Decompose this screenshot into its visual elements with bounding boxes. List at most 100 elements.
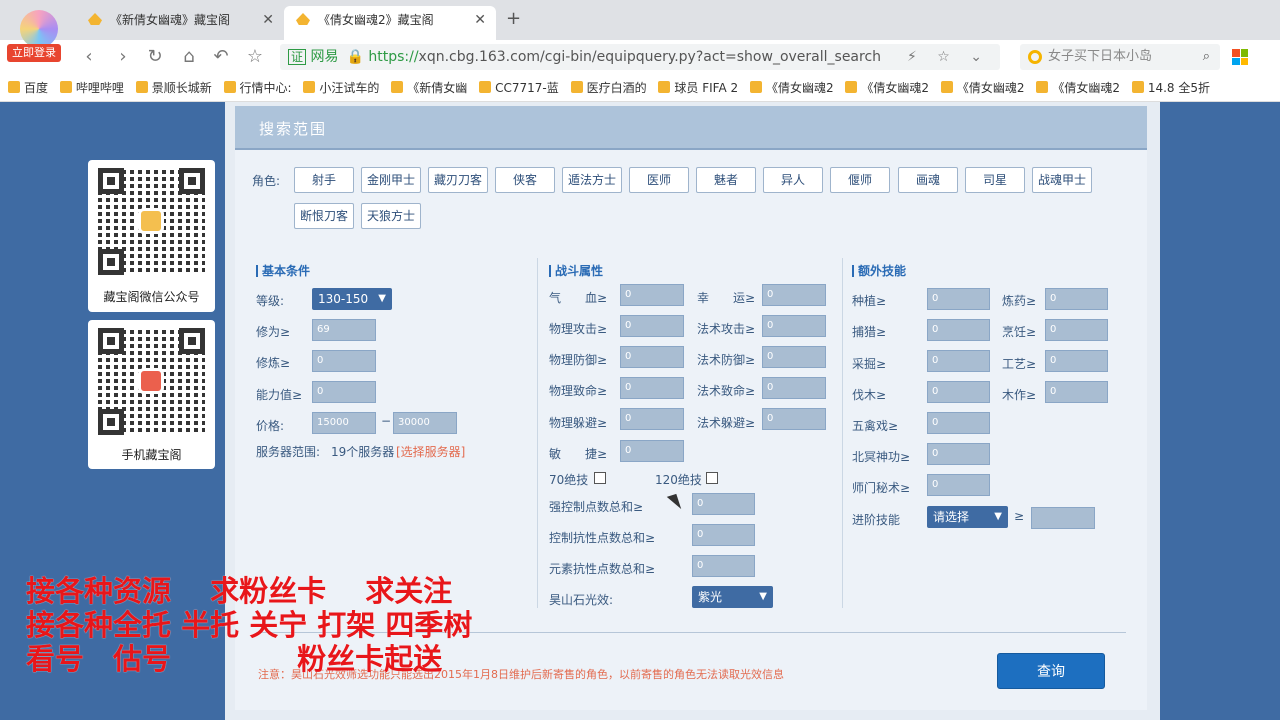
back-icon[interactable]: ‹ <box>76 44 102 70</box>
url-action-icons[interactable]: ⚡ ☆ ⌄ <box>907 44 990 70</box>
cultivation-label: 修为≥ <box>256 325 291 339</box>
combat-label: 物理防御≥ <box>549 353 608 367</box>
price-min-input[interactable]: 15000 <box>312 412 376 434</box>
bookmark-item[interactable]: 14.8 全5折 <box>1131 74 1210 101</box>
extra-input[interactable]: 0 <box>927 288 990 310</box>
ability-input[interactable]: 0 <box>312 381 376 403</box>
role-button[interactable]: 异人 <box>763 167 823 193</box>
bookmark-item[interactable]: 《倩女幽魂2 <box>940 74 1025 101</box>
extra-input[interactable]: 0 <box>1045 319 1108 341</box>
bookmark-item[interactable]: 《倩女幽魂2 <box>845 74 929 101</box>
cert-icon[interactable]: 证 <box>288 49 307 65</box>
url-bar[interactable]: 证 网易 🔒 https://xqn.cbg.163.com/cgi-bin/eq… <box>280 44 1000 70</box>
query-button[interactable]: 查询 <box>997 653 1105 689</box>
ability-label: 能力值≥ <box>256 388 303 402</box>
combat-input[interactable]: 0 <box>620 408 684 430</box>
combat-input[interactable]: 0 <box>762 408 826 430</box>
cultivation-input[interactable]: 69 <box>312 319 376 341</box>
login-button[interactable]: 立即登录 <box>7 44 61 62</box>
combat-input[interactable]: 0 <box>762 377 826 399</box>
combat-label: 物理攻击≥ <box>549 322 608 336</box>
extra-label: 北冥神功≥ <box>852 450 911 464</box>
role-button[interactable]: 断恨刀客 <box>294 203 354 229</box>
resist-label: 控制抗性点数总和≥ <box>549 531 656 545</box>
extra-input[interactable]: 0 <box>927 319 990 341</box>
bookmark-item[interactable]: 球员 FIFA 2 <box>658 74 738 101</box>
combat-input[interactable]: 0 <box>620 377 684 399</box>
home-icon[interactable]: ⌂ <box>176 44 202 70</box>
role-button[interactable]: 医师 <box>629 167 689 193</box>
bookmark-star-icon[interactable]: ☆ <box>242 44 268 70</box>
role-button[interactable]: 战魂甲士 <box>1032 167 1092 193</box>
scope-title: 搜索范围 <box>259 120 328 138</box>
tab-new-qiannv[interactable]: 《新倩女幽魂》藏宝阁 ✕ <box>76 6 284 40</box>
element-resist-input[interactable]: 0 <box>692 555 755 577</box>
bookmark-item[interactable]: 《倩女幽魂2 <box>749 74 834 101</box>
tab-bar: 《新倩女幽魂》藏宝阁 ✕ 《倩女幽魂2》藏宝阁 ✕ + <box>0 0 1280 40</box>
forward-icon[interactable]: › <box>110 44 136 70</box>
search-box[interactable]: 女子买下日本小岛 ⌕ <box>1020 44 1220 70</box>
search-icon[interactable]: ⌕ <box>1203 44 1210 70</box>
skill120-checkbox[interactable] <box>706 472 718 484</box>
combat-input[interactable]: 0 <box>620 284 684 306</box>
advanced-skill-select[interactable]: 请选择 ▼ <box>927 506 1008 528</box>
reload-icon[interactable]: ↻ <box>142 44 168 70</box>
practice-input[interactable]: 0 <box>312 350 376 372</box>
role-button[interactable]: 藏刃刀客 <box>428 167 488 193</box>
haoshan-select[interactable]: 紫光 ▼ <box>692 586 773 608</box>
combat-input[interactable]: 0 <box>620 315 684 337</box>
role-button[interactable]: 金刚甲士 <box>361 167 421 193</box>
extra-input[interactable]: 0 <box>927 474 990 496</box>
qr-code-image <box>98 168 205 275</box>
extra-input[interactable]: 0 <box>1045 381 1108 403</box>
level-select[interactable]: 130-150 ▼ <box>312 288 392 310</box>
close-icon[interactable]: ✕ <box>262 6 274 34</box>
role-button[interactable]: 魅者 <box>696 167 756 193</box>
advanced-skill-input[interactable] <box>1031 507 1095 529</box>
role-button[interactable]: 侠客 <box>495 167 555 193</box>
tab-qiannv2[interactable]: 《倩女幽魂2》藏宝阁 ✕ <box>284 6 496 40</box>
close-icon[interactable]: ✕ <box>474 6 486 34</box>
bookmark-item[interactable]: 小汪试车的 <box>303 74 379 101</box>
combat-input[interactable]: 0 <box>620 440 684 462</box>
extra-input[interactable]: 0 <box>1045 288 1108 310</box>
combat-input[interactable]: 0 <box>762 315 826 337</box>
price-max-input[interactable]: 30000 <box>393 412 457 434</box>
bookmark-item[interactable]: 行情中心: <box>223 74 292 101</box>
combat-input[interactable]: 0 <box>620 346 684 368</box>
combat-input[interactable]: 0 <box>762 346 826 368</box>
bookmark-item[interactable]: 哔哩哔哩 <box>59 74 124 101</box>
price-label: 价格: <box>256 419 285 433</box>
role-button[interactable]: 射手 <box>294 167 354 193</box>
apps-grid-icon[interactable] <box>1232 49 1248 65</box>
extra-input[interactable]: 0 <box>927 443 990 465</box>
combat-input[interactable]: 0 <box>762 284 826 306</box>
control-input[interactable]: 0 <box>692 493 755 515</box>
bookmark-item[interactable]: 《倩女幽魂2 <box>1036 74 1120 101</box>
game-favicon-icon <box>88 13 102 25</box>
extra-input[interactable]: 0 <box>1045 350 1108 372</box>
role-button[interactable]: 画魂 <box>898 167 958 193</box>
role-button[interactable]: 天狼方士 <box>361 203 421 229</box>
bookmark-item[interactable]: 《新倩女幽 <box>391 74 467 101</box>
combat-label: 法术防御≥ <box>697 353 756 367</box>
bookmark-item[interactable]: 景顺长城新 <box>135 74 212 101</box>
extra-input[interactable]: 0 <box>927 350 990 372</box>
new-tab-button[interactable]: + <box>506 8 521 29</box>
choose-server-link[interactable]: [选择服务器] <box>396 443 465 460</box>
role-button[interactable]: 遁法方士 <box>562 167 622 193</box>
combat-label: 幸 运≥ <box>697 291 756 305</box>
extra-input[interactable]: 0 <box>927 381 990 403</box>
skill70-checkbox[interactable] <box>594 472 606 484</box>
role-button[interactable]: 偃师 <box>830 167 890 193</box>
resist-input[interactable]: 0 <box>692 524 755 546</box>
element-resist-label: 元素抗性点数总和≥ <box>549 562 656 576</box>
combat-label: 法术躲避≥ <box>697 416 756 430</box>
mobile-logo-icon <box>138 368 164 394</box>
bookmark-item[interactable]: 医疗白酒的 <box>570 74 647 101</box>
undo-icon[interactable]: ↶ <box>208 44 234 70</box>
role-button[interactable]: 司星 <box>965 167 1025 193</box>
bookmark-item[interactable]: 百度 <box>8 74 48 101</box>
extra-input[interactable]: 0 <box>927 412 990 434</box>
bookmark-item[interactable]: CC7717-蓝 <box>479 74 559 101</box>
